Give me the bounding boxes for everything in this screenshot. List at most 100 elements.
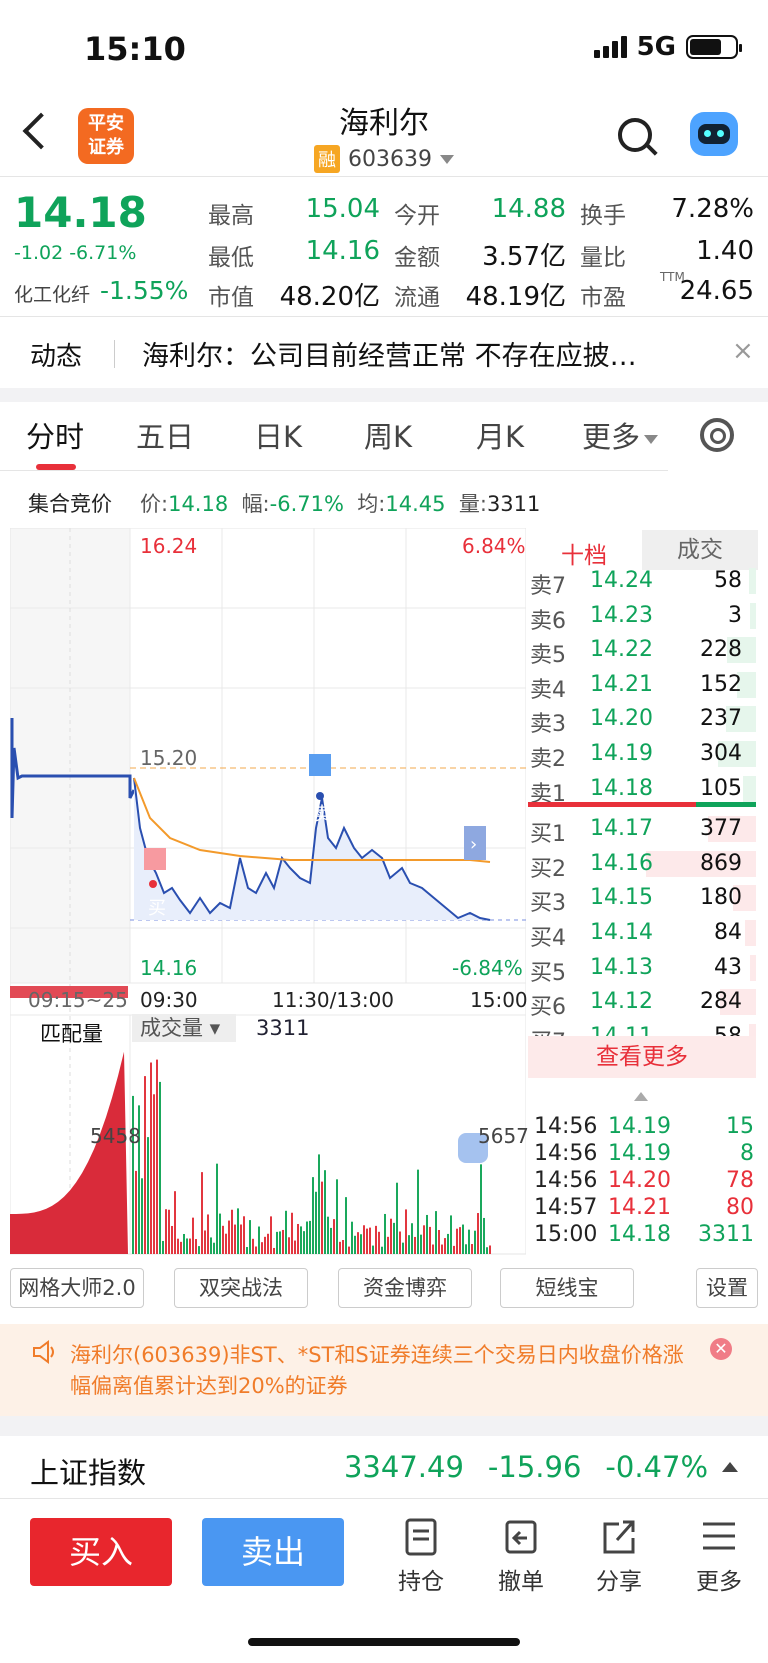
ask-row[interactable]: 卖3 14.20 237: [530, 702, 756, 738]
tab-more[interactable]: 更多: [582, 414, 659, 456]
ob-price: 14.21: [590, 671, 653, 697]
tool-settings[interactable]: 设置: [696, 1268, 758, 1308]
more-button[interactable]: 更多: [684, 1518, 754, 1596]
assistant-robot-icon[interactable]: [690, 112, 738, 156]
dropdown-icon: [644, 434, 659, 444]
dropdown-icon: [439, 154, 454, 164]
bid-row[interactable]: 买1 14.17 377: [530, 812, 756, 847]
ask-row[interactable]: 卖5 14.22 228: [530, 633, 756, 668]
ask-row[interactable]: 卖7 14.24 58: [530, 564, 756, 599]
quote-label: 量比: [580, 245, 626, 271]
close-icon[interactable]: ×: [732, 336, 754, 366]
bid-row[interactable]: 买3 14.15 180: [530, 881, 756, 916]
ob-vol: 284: [700, 989, 742, 1015]
quote-value: 14.88: [491, 194, 566, 224]
ask-row[interactable]: 卖2 14.19 304: [530, 737, 756, 772]
ob-price: 14.20: [590, 706, 653, 732]
tool-fund-game[interactable]: 资金博弈: [338, 1268, 472, 1308]
index-pct: -0.47%: [605, 1450, 708, 1484]
quote-value: 1.40: [696, 236, 754, 266]
tick-volume: 8: [740, 1141, 754, 1166]
close-icon[interactable]: ✕: [710, 1338, 732, 1360]
tab-weekly-k[interactable]: 周K: [364, 414, 412, 456]
buy-marker: [144, 848, 166, 870]
intraday-chart[interactable]: ›: [10, 528, 526, 1258]
sector-name[interactable]: 化工化纤: [14, 280, 90, 307]
speaker-icon: [30, 1338, 58, 1366]
buy-point-icon: [149, 880, 157, 888]
index-change: -15.96: [487, 1450, 582, 1484]
view-more-button[interactable]: 查看更多: [528, 1036, 756, 1078]
collapse-arrow-icon[interactable]: [634, 1092, 648, 1101]
stock-name: 海利尔: [339, 106, 429, 141]
price-change: -1.02 -6.71%: [14, 242, 137, 264]
volume-left-max: 5458: [90, 1124, 141, 1148]
share-button[interactable]: 分享: [584, 1518, 654, 1596]
ob-price: 14.15: [590, 885, 653, 911]
chart-pct-low: -6.84%: [452, 956, 523, 980]
ob-vol: 84: [714, 920, 742, 945]
tool-double-breakout[interactable]: 双突战法: [174, 1268, 308, 1308]
ask-row[interactable]: 卖6 14.23 3: [530, 599, 756, 634]
ob-price: 14.13: [590, 954, 653, 980]
ask-row[interactable]: 卖4 14.21 152: [530, 668, 756, 703]
tick-volume: 80: [726, 1195, 754, 1220]
bid-row[interactable]: 买6 14.12 284: [530, 985, 756, 1021]
status-icons: 5G: [593, 32, 742, 62]
ob-side: 卖3: [530, 712, 566, 738]
tab-intraday[interactable]: 分时: [26, 414, 84, 456]
ob-vol: 58: [714, 568, 742, 593]
ob-side: 卖7: [530, 574, 566, 599]
chart-price-high: 16.24: [140, 534, 198, 558]
ob-side: 买4: [530, 926, 566, 951]
expand-up-icon[interactable]: [722, 1462, 738, 1472]
ob-vol: 43: [714, 954, 742, 980]
tool-grid-master[interactable]: 网格大师2.0: [10, 1268, 144, 1308]
quote-label: 最低: [208, 245, 254, 271]
tick-volume: 3311: [698, 1222, 754, 1247]
chart-price-mid: 15.20: [140, 746, 198, 770]
ob-vol: 377: [700, 816, 742, 842]
pe-suffix: TTM: [660, 270, 685, 284]
positions-button[interactable]: 持仓: [386, 1518, 456, 1596]
tab-five-day[interactable]: 五日: [136, 414, 194, 456]
gear-icon[interactable]: [700, 418, 734, 452]
tick-time: 14:56: [534, 1168, 598, 1193]
sell-button[interactable]: 卖出: [202, 1518, 344, 1586]
auction-stats: 价:14.18 幅:-6.71% 均:14.45 量:3311: [140, 492, 541, 516]
tick-time: 15:00: [534, 1222, 598, 1247]
ob-vol: 180: [700, 885, 742, 911]
buy-button[interactable]: 买入: [30, 1518, 172, 1586]
volume-indicator-selector[interactable]: 成交量 ▾: [132, 1014, 236, 1042]
ob-price: 14.14: [590, 920, 653, 945]
quote-label: 换手: [580, 203, 626, 229]
ob-vol: 869: [700, 850, 742, 876]
tick-time: 14:57: [534, 1195, 598, 1220]
tab-monthly-k[interactable]: 月K: [476, 414, 524, 456]
tick-price: 14.21: [608, 1195, 671, 1220]
tool-short-term[interactable]: 短线宝: [500, 1268, 634, 1308]
bid-row[interactable]: 买2 14.16 869: [530, 847, 756, 882]
tick-volume: 15: [726, 1114, 754, 1139]
quote-label: 市值: [208, 285, 254, 311]
news-headline[interactable]: 海利尔：公司目前经营正常 不存在应披…: [142, 334, 682, 373]
network-type: 5G: [636, 32, 676, 62]
share-icon: [599, 1518, 639, 1556]
ob-side: 买6: [530, 995, 566, 1021]
tick-price: 14.19: [608, 1141, 671, 1166]
index-name[interactable]: 上证指数: [30, 1450, 146, 1492]
time-pre-market: 09:15~25: [28, 988, 128, 1012]
stock-code: 603639: [348, 146, 432, 172]
undo-icon: [501, 1518, 541, 1556]
ob-price: 14.17: [590, 816, 653, 842]
risk-alert-text[interactable]: 海利尔(603639)非ST、*ST和S证券连续三个交易日内收盘价格涨幅偏离值累…: [70, 1340, 690, 1402]
cancel-order-button[interactable]: 撤单: [486, 1518, 556, 1596]
search-icon[interactable]: [618, 118, 652, 152]
ob-vol: 152: [700, 671, 742, 697]
bid-row[interactable]: 买5 14.13 43: [530, 951, 756, 986]
ask-row[interactable]: 卖1 14.18 105: [530, 772, 756, 807]
bid-row[interactable]: 买4 14.14 84: [530, 916, 756, 951]
home-indicator[interactable]: [248, 1638, 520, 1646]
tick-price: 14.19: [608, 1114, 671, 1139]
tab-daily-k[interactable]: 日K: [254, 414, 302, 456]
